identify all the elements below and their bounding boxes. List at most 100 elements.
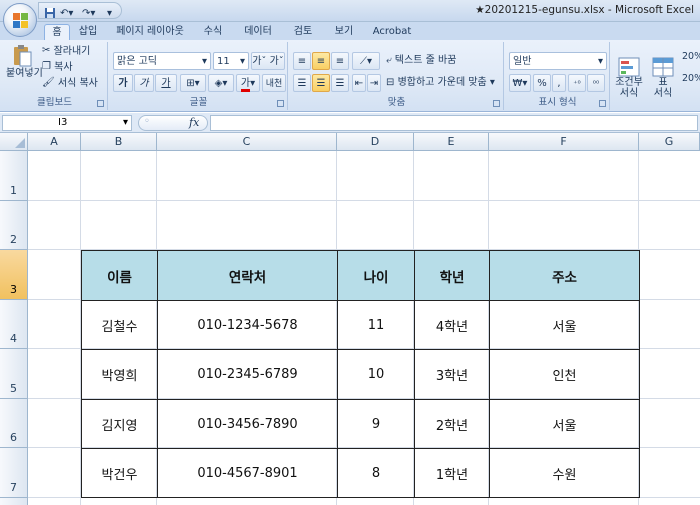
number-format-select[interactable]: 일반 ▾ — [509, 52, 607, 70]
table-cell[interactable]: 3학년 — [414, 349, 490, 400]
row-header-2[interactable]: 2 — [0, 201, 28, 250]
ellipsis-icon: ◦ — [144, 116, 150, 127]
phonetic-button[interactable]: 내천 — [262, 74, 286, 92]
row-header-8[interactable] — [0, 498, 28, 505]
table-cell[interactable]: 인천 — [489, 349, 640, 400]
table-cell[interactable]: 수원 — [489, 448, 640, 498]
cell-style-2[interactable]: 20% — [682, 70, 700, 88]
borders-button[interactable]: ⊞▾ — [180, 74, 206, 92]
merge-center-button[interactable]: ⊟ 병합하고 가운데 맞춤 ▾ — [386, 74, 502, 92]
name-box[interactable]: I3 ▾ — [2, 115, 132, 131]
table-cell[interactable]: 010-2345-6789 — [157, 349, 338, 400]
save-icon[interactable] — [44, 7, 56, 21]
header-contact-cell[interactable]: 연락처 — [157, 250, 338, 301]
table-cell[interactable]: 010-3456-7890 — [157, 399, 338, 449]
header-address-cell[interactable]: 주소 — [489, 250, 640, 301]
table-cell[interactable]: 4학년 — [414, 300, 490, 350]
insert-function-icon[interactable]: fx — [189, 116, 199, 129]
fill-color-button[interactable]: ◈▾ — [208, 74, 234, 92]
header-age-cell[interactable]: 나이 — [337, 250, 415, 301]
italic-button[interactable]: 가 — [134, 74, 154, 92]
paste-button[interactable]: 붙여넣기 — [6, 44, 43, 90]
table-cell[interactable]: 서울 — [489, 300, 640, 350]
tab-home[interactable]: 홈 — [44, 24, 70, 40]
column-header-b[interactable]: B — [81, 133, 157, 151]
customize-qat-icon[interactable]: ▾ — [107, 7, 112, 21]
font-name-select[interactable]: 맑은 고딕 ▾ — [113, 52, 211, 70]
orientation-button[interactable]: ⟋▾ — [352, 52, 380, 70]
office-button[interactable] — [3, 3, 37, 37]
number-launcher-icon[interactable] — [599, 100, 606, 107]
column-header-d[interactable]: D — [337, 133, 414, 151]
tab-page-layout[interactable]: 페이지 레이아웃 — [111, 24, 189, 40]
align-bottom-button[interactable]: ≡ — [331, 52, 349, 70]
tab-data[interactable]: 데이터 — [240, 24, 276, 40]
bold-button[interactable]: 가 — [113, 74, 133, 92]
currency-button[interactable]: ₩▾ — [509, 74, 531, 92]
row-header-7[interactable]: 7 — [0, 448, 28, 498]
tab-view[interactable]: 보기 — [329, 24, 359, 40]
table-cell[interactable]: 박건우 — [81, 448, 158, 498]
row-header-6[interactable]: 6 — [0, 399, 28, 448]
underline-button[interactable]: 가 — [155, 74, 177, 92]
column-header-g[interactable]: G — [639, 133, 700, 151]
column-header-a[interactable]: A — [28, 133, 81, 151]
tab-acrobat[interactable]: Acrobat — [370, 24, 414, 40]
table-cell[interactable]: 8 — [337, 448, 415, 498]
number-format-value: 일반 — [513, 56, 532, 67]
align-right-button[interactable]: ☰ — [331, 74, 349, 92]
font-size-select[interactable]: 11 ▾ — [213, 52, 249, 70]
column-header-c[interactable]: C — [157, 133, 337, 151]
row-header-4[interactable]: 4 — [0, 300, 28, 349]
row-header-3[interactable]: 3 — [0, 250, 28, 300]
format-painter-button[interactable]: 🖌 서식 복사 — [42, 74, 106, 92]
clipboard-launcher-icon[interactable] — [97, 100, 104, 107]
column-header-e[interactable]: E — [414, 133, 489, 151]
undo-icon[interactable]: ↶▾ — [60, 7, 73, 21]
align-top-button[interactable]: ≡ — [293, 52, 311, 70]
title-bar: ↶▾ ↷▾ ▾ ★20201215-egunsu.xlsx - Microsof… — [0, 0, 700, 22]
comma-button[interactable]: , — [552, 74, 566, 92]
table-cell[interactable]: 1학년 — [414, 448, 490, 498]
redo-icon[interactable]: ↷▾ — [82, 7, 95, 21]
align-center-button[interactable]: ☰ — [312, 74, 330, 92]
table-cell[interactable]: 010-4567-8901 — [157, 448, 338, 498]
tab-insert[interactable]: 삽입 — [74, 24, 102, 40]
percent-button[interactable]: % — [533, 74, 551, 92]
table-cell[interactable]: 서울 — [489, 399, 640, 449]
table-cell[interactable]: 010-1234-5678 — [157, 300, 338, 350]
table-cell[interactable]: 김철수 — [81, 300, 158, 350]
decrease-decimal-button[interactable]: ⁰⁰ — [587, 74, 605, 92]
tab-review[interactable]: 검토 — [288, 24, 318, 40]
header-grade-cell[interactable]: 학년 — [414, 250, 490, 301]
format-as-table-button[interactable]: 표 서식 — [648, 46, 678, 99]
formula-input[interactable] — [210, 115, 698, 131]
table-cell[interactable]: 2학년 — [414, 399, 490, 449]
table-cell[interactable]: 10 — [337, 349, 415, 400]
select-all-corner[interactable] — [0, 133, 28, 151]
conditional-format-button[interactable]: 조건부 서식 — [614, 46, 644, 99]
align-left-button[interactable]: ☰ — [293, 74, 311, 92]
decrease-indent-button[interactable]: ⇤ — [352, 74, 366, 92]
wrap-text-button[interactable]: ⤶ 텍스트 줄 바꿈 — [386, 52, 502, 70]
row-header-1[interactable]: 1 — [0, 151, 28, 201]
table-cell[interactable]: 김지영 — [81, 399, 158, 449]
table-cell[interactable]: 11 — [337, 300, 415, 350]
header-name-cell[interactable]: 이름 — [81, 250, 158, 301]
tab-formulas[interactable]: 수식 — [198, 24, 228, 40]
formula-controls: ◦ fx — [138, 115, 208, 131]
increase-decimal-button[interactable]: ⁺⁰ — [568, 74, 586, 92]
increase-indent-button[interactable]: ⇥ — [367, 74, 381, 92]
column-header-f[interactable]: F — [489, 133, 639, 151]
table-cell[interactable]: 박영희 — [81, 349, 158, 400]
row-header-5[interactable]: 5 — [0, 349, 28, 399]
worksheet-grid[interactable]: A B C D E F G 1 2 3 4 5 6 7 이름 연락처 나이 학년… — [0, 133, 700, 505]
font-launcher-icon[interactable] — [277, 100, 284, 107]
align-middle-button[interactable]: ≡ — [312, 52, 330, 70]
table-cell[interactable]: 9 — [337, 399, 415, 449]
font-color-button[interactable]: 가▾ — [236, 74, 260, 92]
grow-shrink-font-button[interactable]: 가ˇ 가ˇ — [251, 52, 285, 70]
cell-style-1[interactable]: 20% — [682, 48, 700, 66]
wrap-text-icon: ⤶ — [386, 55, 392, 66]
alignment-launcher-icon[interactable] — [493, 100, 500, 107]
